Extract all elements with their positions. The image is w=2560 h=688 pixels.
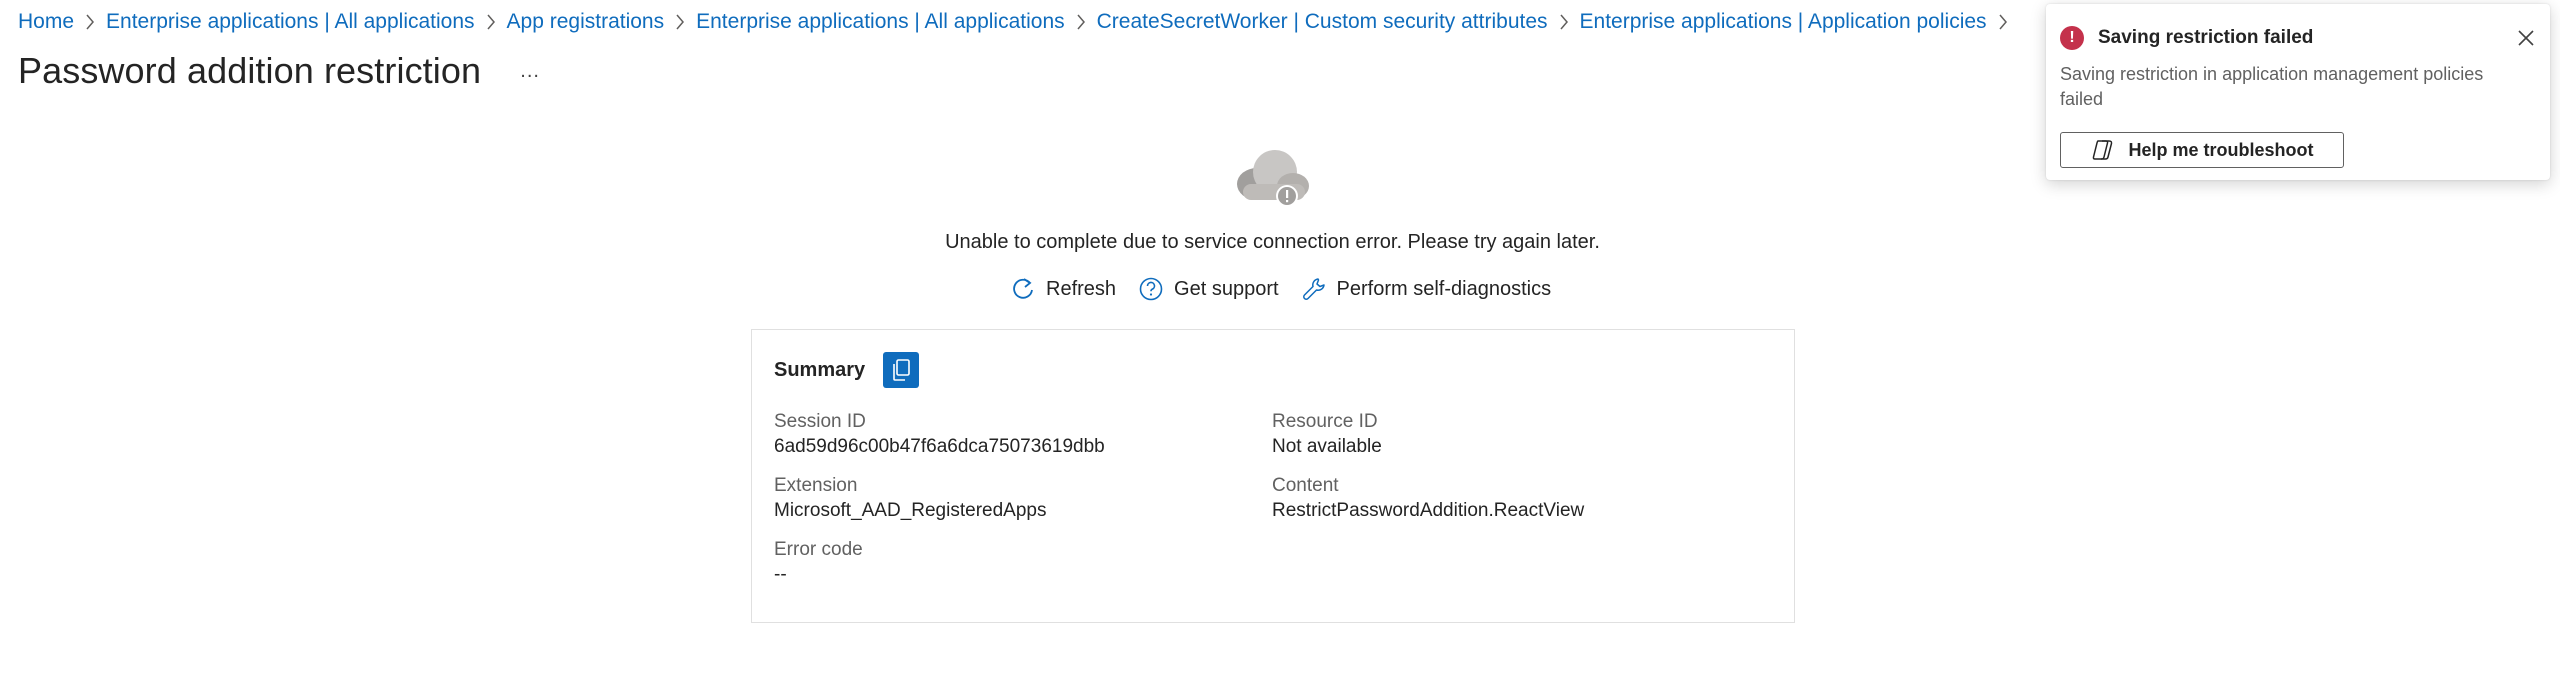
wrench-icon [1302,278,1325,300]
resource-id-field: Resource ID Not available [1272,410,1382,460]
summary-header: Summary [774,352,920,388]
breadcrumb-enterprise-apps[interactable]: Enterprise applications | All applicatio… [106,10,475,34]
title-row: Password addition restriction ... [18,48,545,94]
toast-body: Saving restriction in application manage… [2060,64,2484,109]
summary-card: Summary Session ID 6ad59d96c00b47f6a6dca… [751,329,1795,623]
breadcrumb-enterprise-apps-2[interactable]: Enterprise applications | All applicatio… [696,10,1065,34]
refresh-button[interactable]: Refresh [1010,276,1116,302]
content-label: Content [1272,475,1339,496]
session-id-field: Session ID 6ad59d96c00b47f6a6dca75073619… [774,410,1105,460]
error-code-label: Error code [774,539,863,560]
content-field: Content RestrictPasswordAddition.ReactVi… [1272,474,1584,524]
summary-title: Summary [774,358,866,381]
refresh-icon [1013,278,1033,299]
resource-id-label: Resource ID [1272,411,1378,432]
chevron-right-icon [1065,10,1097,34]
chevron-right-icon [74,10,106,34]
refresh-label: Refresh [1046,277,1117,300]
close-toast-button[interactable] [2512,24,2540,52]
close-icon [2518,30,2534,46]
resource-id-value: Not available [1272,436,1382,457]
help-me-troubleshoot-label: Help me troubleshoot [2128,139,2314,160]
breadcrumb-application-policies[interactable]: Enterprise applications | Application po… [1580,10,1987,34]
get-support-label: Get support [1174,277,1279,300]
breadcrumb-home[interactable]: Home [18,10,74,34]
toast-header: ! Saving restriction failed [2060,26,2313,50]
chevron-right-icon [664,10,696,34]
copy-summary-button[interactable] [883,352,920,388]
extension-label: Extension [774,475,858,496]
error-code-value: -- [774,564,787,585]
extension-field: Extension Microsoft_AAD_RegisteredApps [774,474,1046,524]
chevron-right-icon [1987,10,2019,34]
help-me-troubleshoot-button[interactable]: Help me troubleshoot [2060,132,2344,168]
more-options-button[interactable]: ... [515,56,545,86]
error-toast: ! Saving restriction failed Saving restr… [2046,4,2550,180]
breadcrumb-custom-security-attributes[interactable]: CreateSecretWorker | Custom security att… [1097,10,1548,34]
copy-icon [893,359,910,381]
breadcrumb: Home Enterprise applications | All appli… [18,8,2019,36]
toast-title: Saving restriction failed [2098,27,2314,48]
content-value: RestrictPasswordAddition.ReactView [1272,500,1585,521]
extension-value: Microsoft_AAD_RegisteredApps [774,500,1047,521]
self-diagnostics-label: Perform self-diagnostics [1336,277,1552,300]
page-title: Password addition restriction [18,50,482,91]
error-message: Unable to complete due to service connec… [945,231,1600,253]
error-actions: Refresh Get support Perform self-diagnos… [1010,272,1573,306]
chevron-right-icon [475,10,507,34]
error-icon: ! [2060,26,2084,50]
error-code-field: Error code -- [774,538,863,588]
session-id-label: Session ID [774,411,866,432]
session-id-value: 6ad59d96c00b47f6a6dca75073619dbb [774,436,1105,457]
copilot-icon [2093,140,2113,160]
chevron-right-icon [1548,10,1580,34]
get-support-button[interactable]: Get support [1138,276,1279,302]
breadcrumb-app-registrations[interactable]: App registrations [507,10,665,34]
self-diagnostics-button[interactable]: Perform self-diagnostics [1301,276,1552,302]
question-circle-icon [1139,277,1163,301]
cloud-error-icon [1237,150,1309,207]
